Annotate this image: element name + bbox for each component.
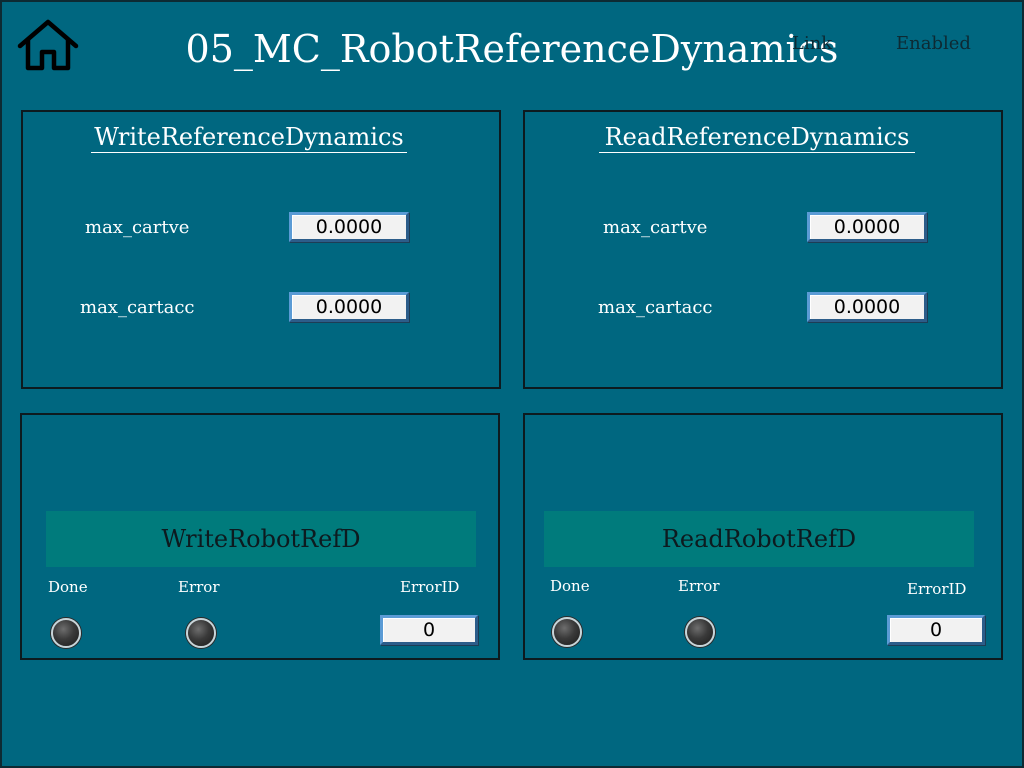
write-errorid-label: ErrorID: [400, 578, 460, 596]
read-errorid-label: ErrorID: [907, 580, 967, 598]
write-done-label: Done: [48, 578, 88, 596]
write-error-label: Error: [178, 578, 220, 596]
write-done-indicator: [51, 618, 81, 648]
write-control-panel: WriteRobotRefD Done Error ErrorID 0: [20, 413, 500, 660]
home-icon: [17, 19, 79, 71]
home-button[interactable]: [16, 18, 80, 72]
read-control-panel: ReadRobotRefD Done Error ErrorID 0: [523, 413, 1003, 660]
hmi-screen: 05_MC_RobotReferenceDynamics Link Enable…: [0, 0, 1024, 768]
write-errorid-value: 0: [380, 615, 478, 645]
read-done-indicator: [552, 617, 582, 647]
page-title: 05_MC_RobotReferenceDynamics: [185, 27, 839, 71]
read-max-cartve-value: 0.0000: [807, 212, 927, 242]
read-error-indicator: [685, 617, 715, 647]
read-error-label: Error: [678, 577, 720, 595]
write-reference-panel: WriteReferenceDynamics max_cartve 0.0000…: [21, 110, 501, 389]
read-errorid-value: 0: [887, 615, 985, 645]
status-enabled: Enabled: [896, 33, 971, 54]
write-robot-refd-button[interactable]: WriteRobotRefD: [46, 511, 476, 567]
read-reference-panel: ReadReferenceDynamics max_cartve 0.0000 …: [523, 110, 1003, 389]
write-error-indicator: [186, 618, 216, 648]
read-reference-title: ReadReferenceDynamics: [599, 122, 915, 153]
read-done-label: Done: [550, 577, 590, 595]
status-link: Link: [792, 33, 833, 54]
read-max-cartacc-value: 0.0000: [807, 292, 927, 322]
write-max-cartacc-label: max_cartacc: [80, 297, 195, 318]
read-robot-refd-button[interactable]: ReadRobotRefD: [544, 511, 974, 567]
write-max-cartve-input[interactable]: 0.0000: [289, 212, 409, 242]
read-max-cartve-label: max_cartve: [603, 217, 708, 238]
read-max-cartacc-label: max_cartacc: [598, 297, 713, 318]
write-max-cartve-label: max_cartve: [85, 217, 190, 238]
write-max-cartacc-input[interactable]: 0.0000: [289, 292, 409, 322]
write-reference-title: WriteReferenceDynamics: [91, 122, 407, 153]
